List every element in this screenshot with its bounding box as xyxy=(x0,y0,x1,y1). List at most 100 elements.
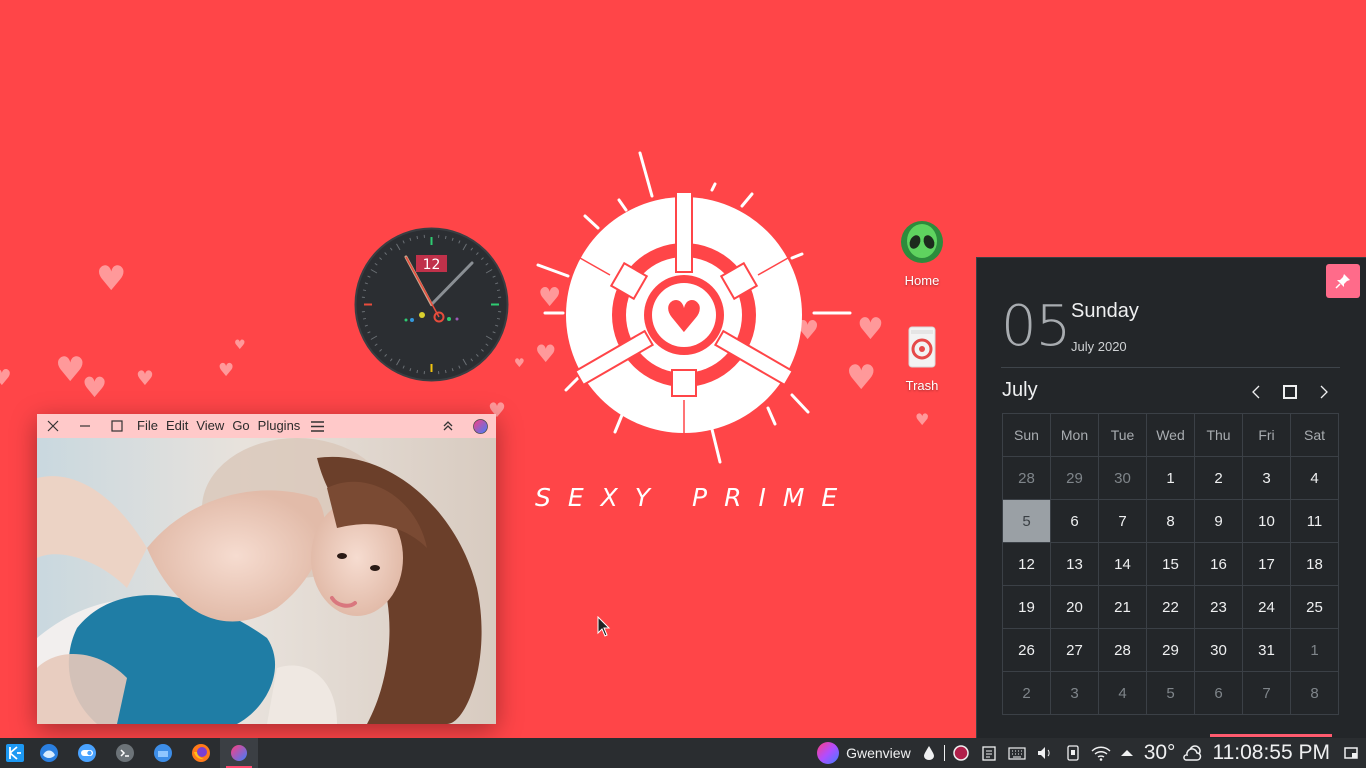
gwenview-window[interactable]: File Edit View Go Plugins xyxy=(37,414,496,724)
calendar-day[interactable]: 3 xyxy=(1050,671,1099,715)
calendar-weekday-header: Sun xyxy=(1002,413,1051,457)
previous-month-button[interactable] xyxy=(1244,380,1268,404)
task-thunderbird[interactable] xyxy=(30,738,68,768)
tray-clipboard[interactable] xyxy=(975,738,1003,768)
tray-record-indicator[interactable] xyxy=(947,738,975,768)
calendar-day[interactable]: 15 xyxy=(1146,542,1195,586)
keep-above-button[interactable] xyxy=(432,414,464,438)
menu-edit[interactable]: Edit xyxy=(162,414,192,438)
tray-volume[interactable] xyxy=(1031,738,1059,768)
tray-weather-temperature[interactable]: 30° xyxy=(1139,738,1181,768)
analog-clock-widget[interactable]: 12 xyxy=(354,227,509,382)
task-firefox[interactable] xyxy=(182,738,220,768)
task-gwenview[interactable] xyxy=(220,738,258,768)
tray-keyboard[interactable] xyxy=(1003,738,1031,768)
menu-go[interactable]: Go xyxy=(228,414,253,438)
task-toggle-app[interactable] xyxy=(68,738,106,768)
keyboard-icon xyxy=(1008,747,1026,760)
close-button[interactable] xyxy=(37,414,69,438)
calendar-day[interactable]: 1 xyxy=(1290,628,1339,672)
menu-file[interactable]: File xyxy=(133,414,162,438)
calendar-day[interactable]: 21 xyxy=(1098,585,1147,629)
maximize-icon xyxy=(111,420,123,432)
maximize-button[interactable] xyxy=(101,414,133,438)
phone-device-icon xyxy=(1067,745,1079,761)
calendar-day[interactable]: 4 xyxy=(1098,671,1147,715)
calendar-day[interactable]: 13 xyxy=(1050,542,1099,586)
calendar-day[interactable]: 7 xyxy=(1242,671,1291,715)
calendar-day[interactable]: 28 xyxy=(1002,456,1051,500)
calendar-day[interactable]: 6 xyxy=(1194,671,1243,715)
calendar-day[interactable]: 24 xyxy=(1242,585,1291,629)
calendar-day[interactable]: 4 xyxy=(1290,456,1339,500)
calendar-weekday-header: Tue xyxy=(1098,413,1147,457)
calendar-day[interactable]: 23 xyxy=(1194,585,1243,629)
calendar-day[interactable]: 31 xyxy=(1242,628,1291,672)
calendar-day[interactable]: 30 xyxy=(1098,456,1147,500)
tray-weather[interactable] xyxy=(1180,738,1206,768)
gwenview-image-view[interactable] xyxy=(37,438,496,724)
calendar-day[interactable]: 9 xyxy=(1194,499,1243,543)
calendar-day[interactable]: 28 xyxy=(1098,628,1147,672)
calendar-day[interactable]: 10 xyxy=(1242,499,1291,543)
next-month-button[interactable] xyxy=(1312,380,1336,404)
calendar-day[interactable]: 12 xyxy=(1002,542,1051,586)
calendar-day[interactable]: 26 xyxy=(1002,628,1051,672)
tray-device[interactable] xyxy=(1059,738,1087,768)
calendar-month-title[interactable]: July xyxy=(1002,379,1038,402)
today-button[interactable] xyxy=(1278,380,1302,404)
app-icon-button[interactable] xyxy=(464,414,496,438)
calendar-day[interactable]: 30 xyxy=(1194,628,1243,672)
calendar-day[interactable]: 22 xyxy=(1146,585,1195,629)
minimize-button[interactable] xyxy=(69,414,101,438)
calendar-weekday-header: Sat xyxy=(1290,413,1339,457)
desktop-icon-trash[interactable]: Trash xyxy=(887,325,957,393)
active-window-indicator[interactable]: Gwenview xyxy=(812,738,915,768)
calendar-week-row: 26 27 28 29 30 31 1 xyxy=(1002,628,1339,672)
hamburger-menu-button[interactable] xyxy=(304,414,330,438)
task-terminal[interactable] xyxy=(106,738,144,768)
calendar-day[interactable]: 1 xyxy=(1146,456,1195,500)
calendar-popup[interactable]: 05 Sunday July 2020 July Sun Mon Tue Wed Thu… xyxy=(976,257,1366,738)
calendar-day[interactable]: 3 xyxy=(1242,456,1291,500)
calendar-day[interactable]: 8 xyxy=(1146,499,1195,543)
calendar-day[interactable]: 16 xyxy=(1194,542,1243,586)
menu-plugins[interactable]: Plugins xyxy=(254,414,305,438)
calendar-day[interactable]: 29 xyxy=(1146,628,1195,672)
show-desktop-button[interactable] xyxy=(1336,738,1366,768)
wallpaper-logo: ♥ xyxy=(536,151,852,464)
calendar-day[interactable]: 6 xyxy=(1050,499,1099,543)
calendar-day[interactable]: 5 xyxy=(1146,671,1195,715)
calendar-day[interactable]: 27 xyxy=(1050,628,1099,672)
calendar-day[interactable]: 7 xyxy=(1098,499,1147,543)
calendar-day[interactable]: 14 xyxy=(1098,542,1147,586)
calendar-day[interactable]: 19 xyxy=(1002,585,1051,629)
wallpaper-heart: ♥ xyxy=(857,312,884,347)
weather-cloud-icon xyxy=(1183,745,1202,761)
calendar-day[interactable]: 29 xyxy=(1050,456,1099,500)
desktop[interactable]: ♥ ♥ ♥ ♥ ♥ ♥ ♥ ♥ ♥ ♥ ♥ ♥ ♥ ♥ ♥ ♥ SEXY PRI… xyxy=(0,0,1366,738)
calendar-day[interactable]: 2 xyxy=(1194,456,1243,500)
calendar-day[interactable]: 18 xyxy=(1290,542,1339,586)
calendar-day[interactable]: 8 xyxy=(1290,671,1339,715)
calendar-day[interactable]: 20 xyxy=(1050,585,1099,629)
desktop-icon-home[interactable]: Home xyxy=(887,220,957,288)
divider xyxy=(1001,367,1340,368)
tray-expand-button[interactable] xyxy=(1115,738,1139,768)
application-launcher[interactable] xyxy=(0,738,30,768)
clock-date-badge: 12 xyxy=(423,257,441,273)
calendar-day[interactable]: 25 xyxy=(1290,585,1339,629)
tray-network[interactable] xyxy=(1087,738,1115,768)
gwenview-titlebar[interactable]: File Edit View Go Plugins xyxy=(37,414,496,438)
hamburger-icon xyxy=(310,420,324,432)
calendar-day[interactable]: 17 xyxy=(1242,542,1291,586)
calendar-day-today[interactable]: 5 xyxy=(1002,499,1051,543)
task-file-manager[interactable] xyxy=(144,738,182,768)
clock-tick xyxy=(416,235,419,240)
calendar-day[interactable]: 11 xyxy=(1290,499,1339,543)
digital-clock[interactable]: 11:08:55 PM xyxy=(1206,734,1336,768)
calendar-day[interactable]: 2 xyxy=(1002,671,1051,715)
pin-button[interactable] xyxy=(1326,264,1360,298)
tray-color-picker[interactable] xyxy=(915,738,943,768)
menu-view[interactable]: View xyxy=(192,414,228,438)
